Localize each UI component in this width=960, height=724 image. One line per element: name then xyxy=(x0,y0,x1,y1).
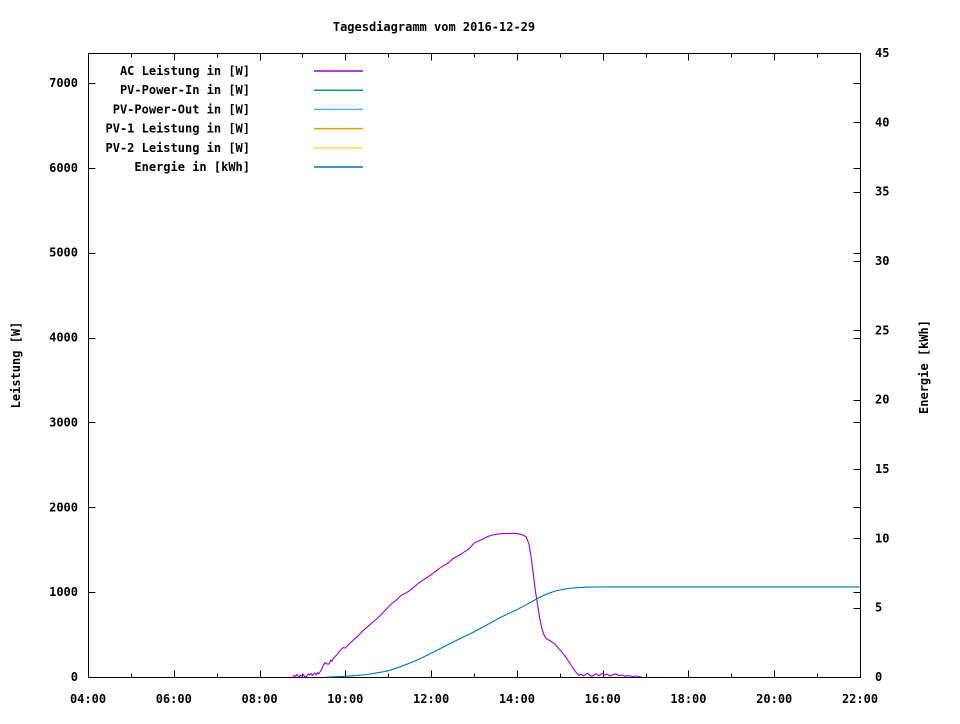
y-left-tick-label: 3000 xyxy=(49,415,78,429)
x-tick-label: 04:00 xyxy=(70,692,106,706)
x-tick-label: 06:00 xyxy=(156,692,192,706)
tagesdiagramm-chart: Tagesdiagramm vom 2016-12-29 Leistung [W… xyxy=(0,0,960,724)
y-left-axis-title: Leistung [W] xyxy=(9,321,23,409)
y-left-tick-label: 7000 xyxy=(49,76,78,90)
legend-label: PV-1 Leistung in [W] xyxy=(106,122,251,136)
y-right-tick-label: 5 xyxy=(875,601,882,615)
y-right-tick-label: 45 xyxy=(875,46,889,60)
y-right-tick-label: 30 xyxy=(875,254,889,268)
y-left-tick-label: 4000 xyxy=(49,331,78,345)
y-right-tick-label: 10 xyxy=(875,531,889,545)
legend-label: PV-Power-Out in [W] xyxy=(113,102,250,116)
y-right-tick-label: 20 xyxy=(875,393,889,407)
x-tick-label: 20:00 xyxy=(756,692,792,706)
series-path-ac-leistung-in-w- xyxy=(292,532,642,678)
y-right-axis-title: Energie [kWh] xyxy=(917,320,931,414)
series-path-energie-in-kwh- xyxy=(326,586,861,678)
y-left-tick-label: 0 xyxy=(71,670,78,684)
y-right-tick-label: 40 xyxy=(875,115,889,129)
y-left-tick-label: 1000 xyxy=(49,585,78,599)
y-right-tick-label: 35 xyxy=(875,185,889,199)
x-tick-label: 10:00 xyxy=(327,692,363,706)
y-left-tick-label: 6000 xyxy=(49,161,78,175)
x-tick-label: 18:00 xyxy=(670,692,706,706)
legend-label: PV-2 Leistung in [W] xyxy=(106,141,251,155)
x-tick-label: 12:00 xyxy=(413,692,449,706)
chart-title: Tagesdiagramm vom 2016-12-29 xyxy=(332,20,536,34)
plot-canvas: 04:00 06:00 08:00 10:00 12:00 14:00 16:00 18:00… xyxy=(49,46,889,706)
y-right-tick-label: 0 xyxy=(875,670,882,684)
y-right-tick-label: 15 xyxy=(875,462,889,476)
x-tick-label: 22:00 xyxy=(842,692,878,706)
x-tick-label: 08:00 xyxy=(241,692,277,706)
legend-label: PV-Power-In in [W] xyxy=(120,83,250,97)
x-tick-label: 14:00 xyxy=(499,692,535,706)
y-left-tick-label: 5000 xyxy=(49,246,78,260)
legend-label: Energie in [kWh] xyxy=(134,160,250,174)
y-right-tick-label: 25 xyxy=(875,323,889,337)
legend-label: AC Leistung in [W] xyxy=(120,64,250,78)
y-left-tick-label: 2000 xyxy=(49,500,78,514)
x-tick-label: 16:00 xyxy=(585,692,621,706)
